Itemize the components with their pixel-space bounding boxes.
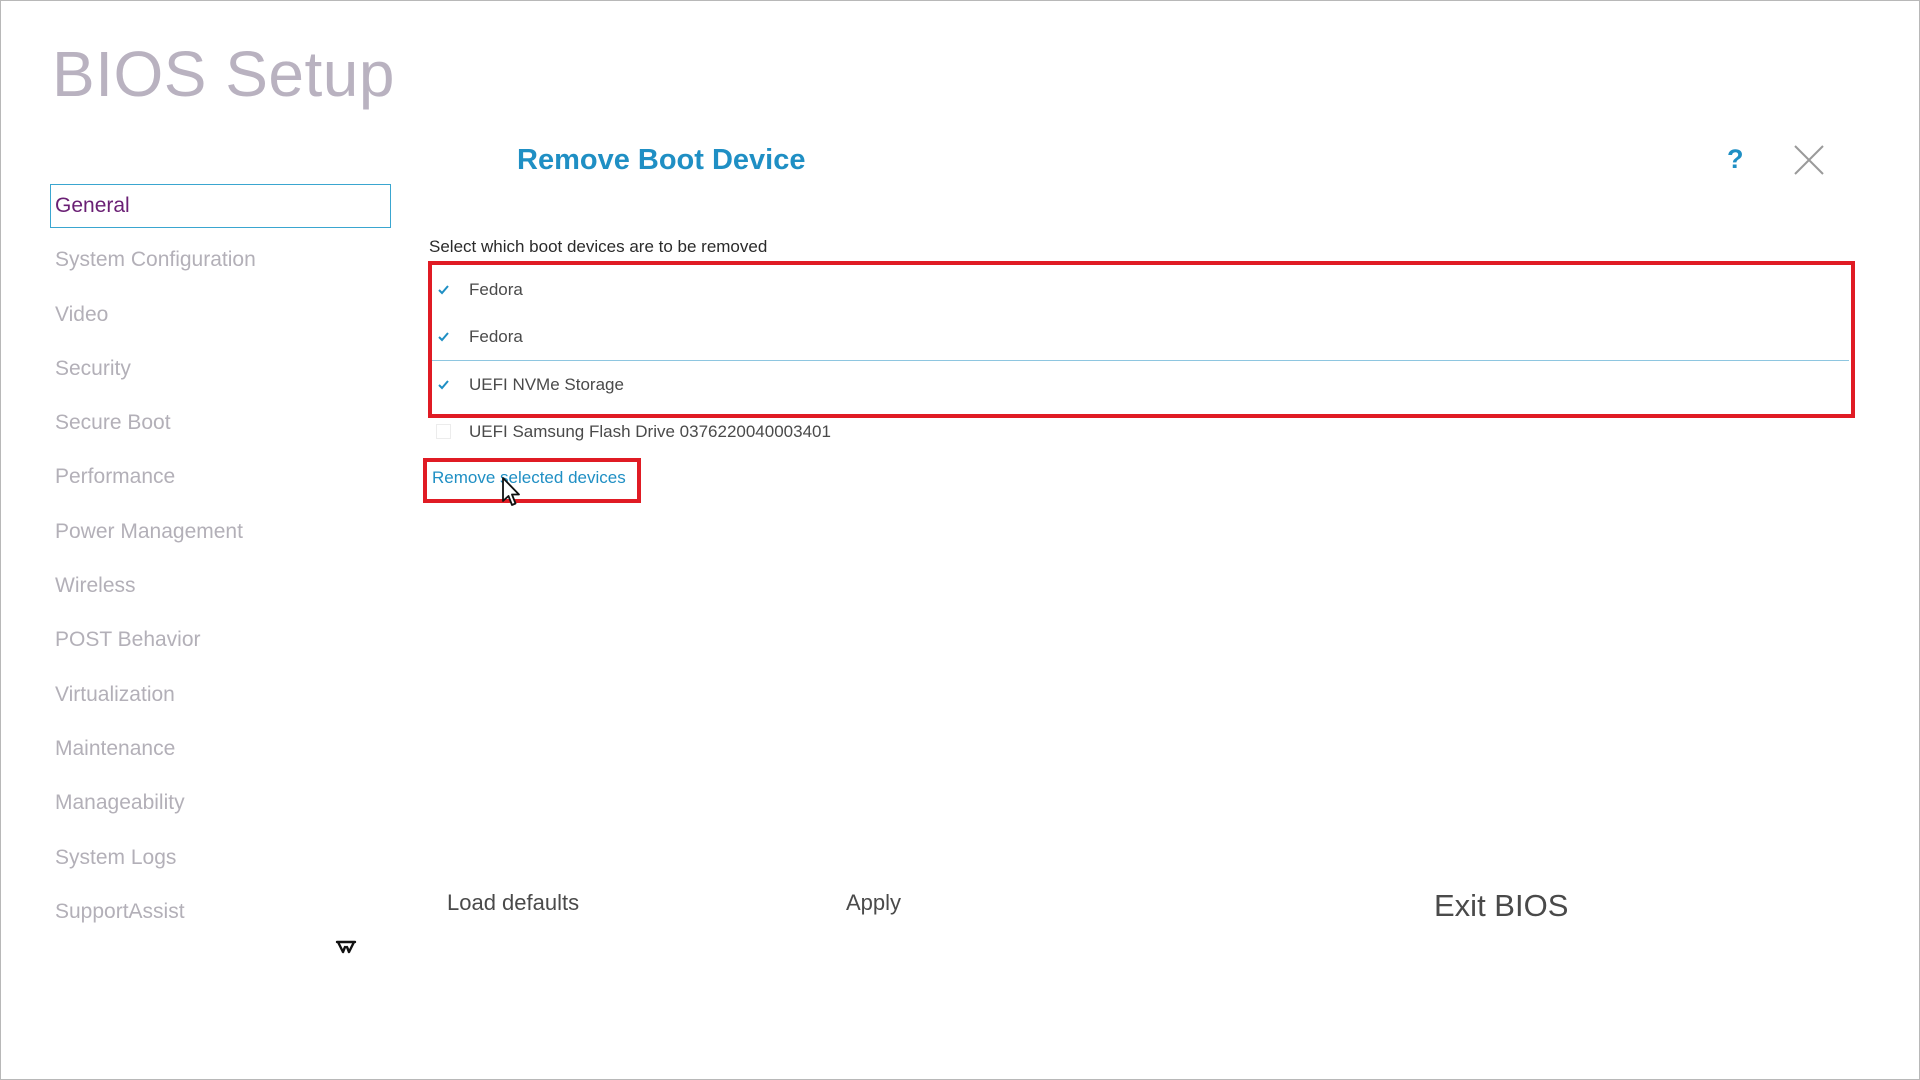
device-row[interactable]: Fedora: [429, 266, 1849, 313]
checkmark-icon[interactable]: [436, 377, 451, 392]
sidebar-item-power-management[interactable]: Power Management: [50, 510, 391, 554]
sidebar-item-video[interactable]: Video: [50, 293, 391, 337]
device-label: Fedora: [469, 279, 523, 299]
sidebar-item-supportassist[interactable]: SupportAssist: [50, 890, 391, 934]
sidebar-item-system-configuration[interactable]: System Configuration: [50, 238, 391, 282]
load-defaults-button[interactable]: Load defaults: [447, 890, 579, 916]
device-row[interactable]: UEFI Samsung Flash Drive 037622004000340…: [429, 408, 1849, 455]
boot-device-list: Fedora Fedora UEFI NVMe Storage UEFI Sam…: [429, 266, 1849, 455]
apply-button[interactable]: Apply: [846, 890, 901, 916]
sidebar-item-wireless[interactable]: Wireless: [50, 564, 391, 608]
instruction-text: Select which boot devices are to be remo…: [429, 237, 768, 256]
dialog-title: Remove Boot Device: [517, 144, 806, 176]
mouse-pointer-icon: [502, 477, 520, 506]
bios-window: BIOS Setup General System Configuration …: [0, 0, 1920, 1080]
sidebar-nav: General System Configuration Video Secur…: [50, 184, 391, 944]
sidebar-item-system-logs[interactable]: System Logs: [50, 836, 391, 880]
sidebar-item-secure-boot[interactable]: Secure Boot: [50, 401, 391, 445]
sidebar-item-security[interactable]: Security: [50, 347, 391, 391]
exit-bios-button[interactable]: Exit BIOS: [1434, 888, 1568, 924]
app-title: BIOS Setup: [52, 38, 395, 110]
collapse-arrows-icon[interactable]: [335, 939, 357, 955]
checkmark-icon[interactable]: [436, 329, 451, 344]
remove-selected-devices-link[interactable]: Remove selected devices: [432, 468, 626, 488]
sidebar-item-post-behavior[interactable]: POST Behavior: [50, 618, 391, 662]
sidebar-item-maintenance[interactable]: Maintenance: [50, 727, 391, 771]
device-label: UEFI Samsung Flash Drive 037622004000340…: [469, 421, 831, 441]
help-icon[interactable]: ?: [1727, 144, 1744, 175]
device-label: Fedora: [469, 326, 523, 346]
device-row[interactable]: Fedora: [429, 313, 1849, 360]
close-icon[interactable]: [1793, 144, 1825, 176]
device-row[interactable]: UEFI NVMe Storage: [429, 360, 1849, 408]
sidebar-item-virtualization[interactable]: Virtualization: [50, 673, 391, 717]
sidebar-item-performance[interactable]: Performance: [50, 455, 391, 499]
device-label: UEFI NVMe Storage: [469, 374, 624, 394]
checkmark-icon[interactable]: [436, 282, 451, 297]
sidebar-item-general[interactable]: General: [50, 184, 391, 228]
checkbox-empty[interactable]: [436, 424, 451, 439]
sidebar-item-manageability[interactable]: Manageability: [50, 781, 391, 825]
